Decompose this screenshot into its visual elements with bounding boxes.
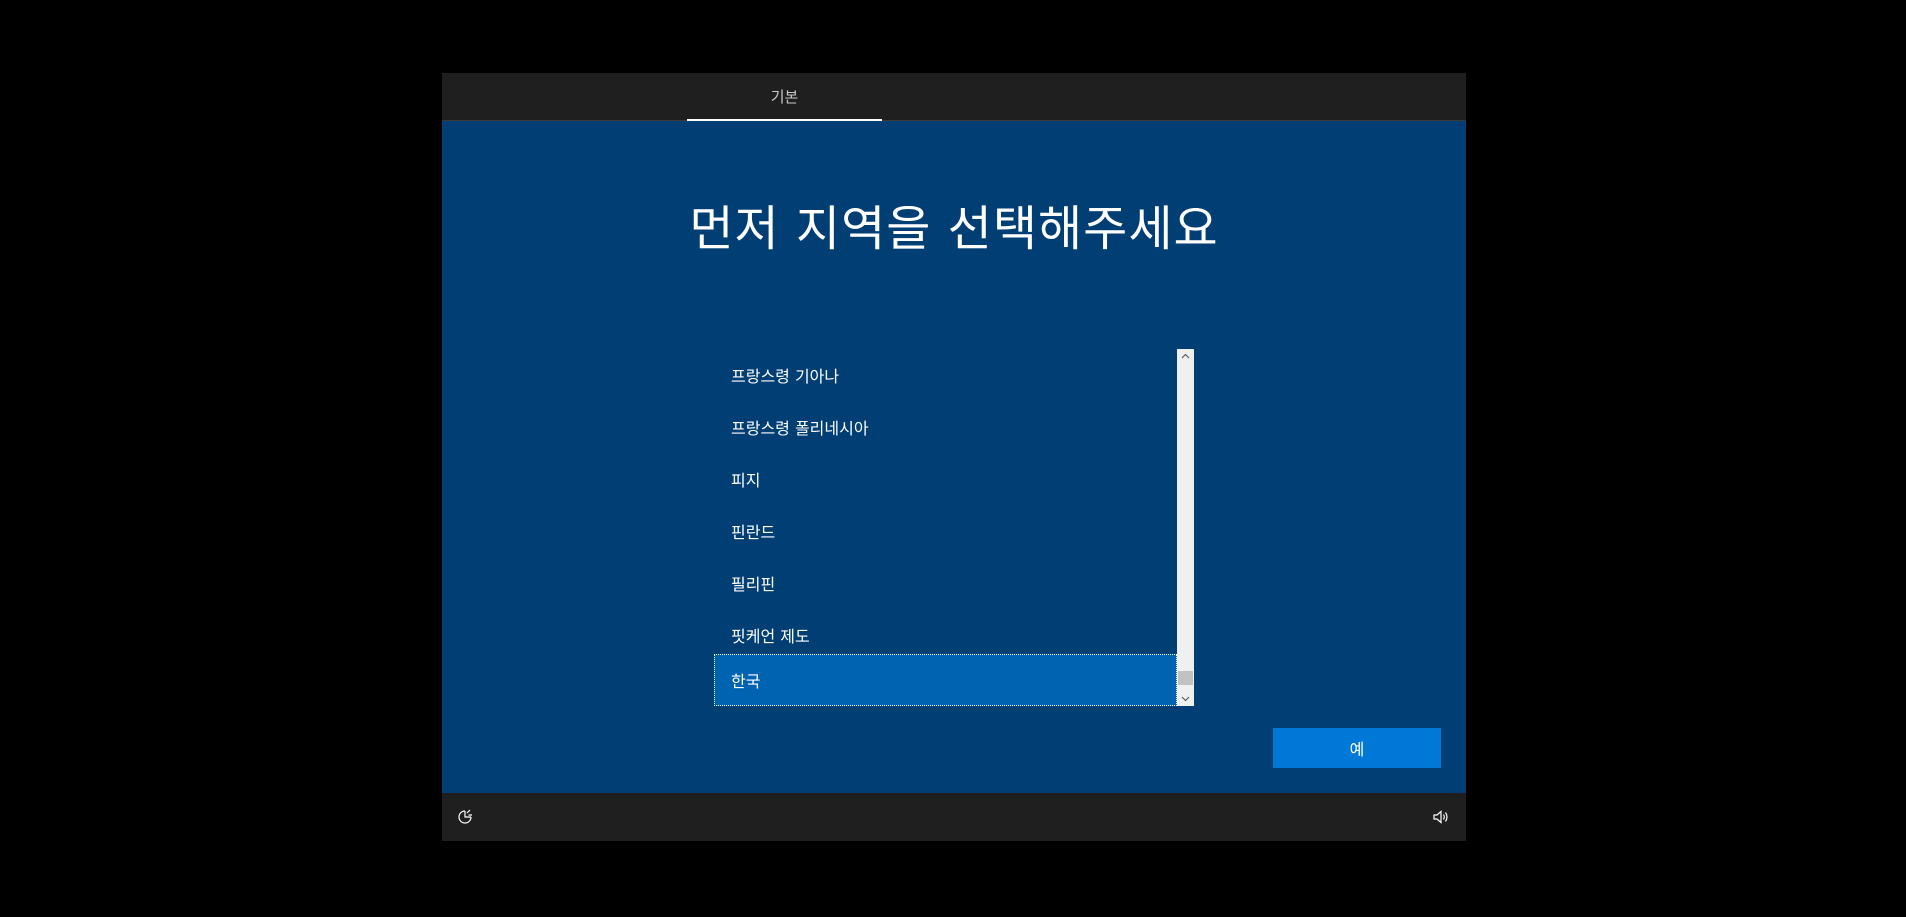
scroll-thumb[interactable] [1178,671,1193,685]
tab-active-indicator [687,119,882,121]
list-item[interactable]: 프랑스령 폴리네시아 [714,401,1177,453]
volume-icon [1433,810,1448,824]
list-item-label: 피지 [731,471,761,490]
volume-button[interactable] [1429,805,1453,829]
list-item-label: 핀란드 [731,523,776,542]
tab-basic-label: 기본 [770,88,799,106]
list-scrollbar[interactable] [1177,349,1194,706]
list-item-label: 핏케언 제도 [731,627,810,646]
list-item[interactable]: 피지 [714,453,1177,505]
region-list: 프랑스령 기아나 프랑스령 폴리네시아 피지 핀란드 필리핀 핏케언 제도 한국 [714,349,1177,706]
list-item[interactable]: 핀란드 [714,505,1177,557]
list-item[interactable]: 프랑스령 기아나 [714,349,1177,401]
list-item-label: 한국 [731,672,761,691]
region-listbox[interactable]: 프랑스령 기아나 프랑스령 폴리네시아 피지 핀란드 필리핀 핏케언 제도 한국 [714,349,1194,706]
chevron-up-icon [1181,353,1190,359]
list-item-selected[interactable]: 한국 [714,654,1177,706]
page-title: 먼저 지역을 선택해주세요 [689,201,1219,257]
ease-of-access-button[interactable] [453,805,477,829]
list-item[interactable]: 필리핀 [714,557,1177,609]
list-item-label: 프랑스령 폴리네시아 [731,419,869,438]
scroll-up-button[interactable] [1177,349,1194,363]
tab-bar: 기본 [442,73,1466,121]
bottom-bar [442,793,1466,841]
chevron-down-icon [1181,696,1190,702]
scroll-down-button[interactable] [1177,692,1194,706]
yes-button[interactable]: 예 [1273,728,1441,768]
list-item-label: 필리핀 [731,575,776,594]
setup-window: 기본 먼저 지역을 선택해주세요 프랑스령 기아나 프랑스령 폴리네시아 피지 … [442,73,1466,841]
ease-of-access-icon [458,809,472,824]
list-item-label: 프랑스령 기아나 [731,367,840,386]
tab-basic[interactable]: 기본 [687,73,882,121]
